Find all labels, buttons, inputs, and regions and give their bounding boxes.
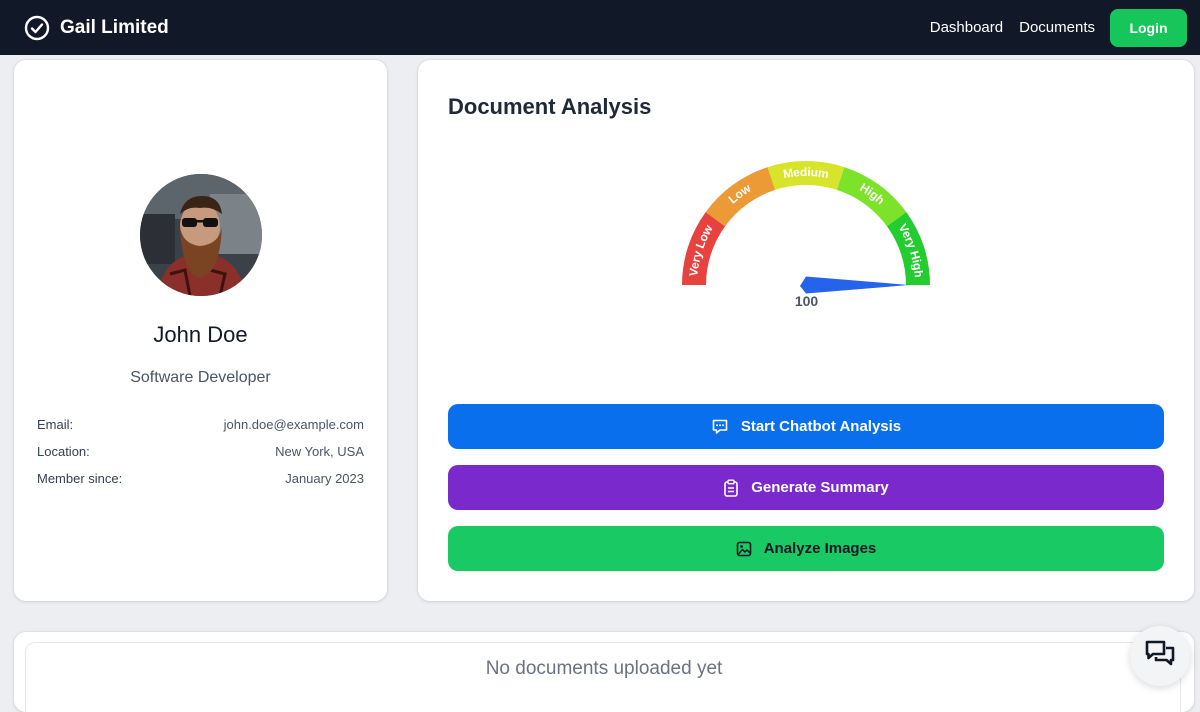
brand[interactable]: Gail Limited: [24, 15, 169, 41]
image-icon: [736, 541, 752, 557]
profile-card: John Doe Software Developer Email: john.…: [14, 60, 387, 601]
documents-card: No documents uploaded yet: [14, 632, 1194, 712]
generate-summary-button[interactable]: Generate Summary: [448, 465, 1164, 510]
start-chatbot-analysis-button[interactable]: Start Chatbot Analysis: [448, 404, 1164, 449]
nav-right: Dashboard Documents Login: [930, 8, 1187, 47]
info-value: john.doe@example.com: [223, 417, 364, 432]
info-value: January 2023: [285, 471, 364, 486]
score-gauge: Very LowLowMediumHighVery High: [682, 161, 930, 294]
avatar: [140, 174, 262, 296]
profile-name: John Doe: [153, 322, 248, 347]
gauge-segment-label: Medium: [782, 165, 830, 181]
navbar: Gail Limited Dashboard Documents Login: [0, 0, 1200, 55]
analyze-images-button[interactable]: Analyze Images: [448, 526, 1164, 571]
info-row-location: Location: New York, USA: [37, 444, 364, 459]
gauge-value: 100: [794, 293, 819, 309]
info-label: Location:: [37, 444, 90, 459]
info-row-member-since: Member since: January 2023: [37, 471, 364, 486]
gauge-needle: [800, 276, 909, 294]
chat-bubble-icon: [711, 418, 729, 436]
check-circle-icon: [24, 15, 50, 41]
info-label: Member since:: [37, 471, 123, 486]
analysis-title: Document Analysis: [448, 94, 652, 119]
empty-state-text: No documents uploaded yet: [485, 658, 723, 679]
profile-role: Software Developer: [130, 369, 271, 386]
analysis-card: Document Analysis Very Low Low Medium High V…: [418, 60, 1194, 601]
chat-fab-button[interactable]: [1130, 626, 1190, 686]
info-row-email: Email: john.doe@example.com: [37, 417, 364, 432]
button-label: Start Chatbot Analysis: [740, 418, 902, 435]
brand-name: Gail Limited: [60, 16, 169, 38]
clipboard-icon: [723, 479, 739, 497]
button-label: Generate Summary: [751, 479, 889, 496]
info-label: Email:: [37, 417, 74, 432]
chat-bubbles-icon: [1144, 639, 1176, 674]
nav-link-documents[interactable]: Documents: [1019, 19, 1095, 36]
button-label: Analyze Images: [763, 540, 877, 557]
nav-link-dashboard[interactable]: Dashboard: [930, 19, 1003, 36]
info-value: New York, USA: [275, 444, 364, 459]
documents-list: No documents uploaded yet: [25, 642, 1181, 712]
login-button[interactable]: Login: [1110, 8, 1187, 47]
